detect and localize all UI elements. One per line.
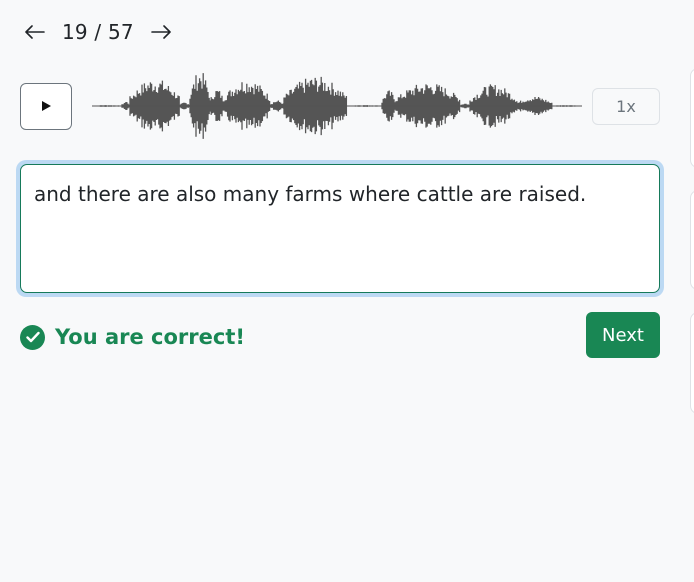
result-status: You are correct!: [20, 322, 245, 352]
audio-waveform[interactable]: [92, 66, 582, 146]
arrow-left-icon[interactable]: [22, 19, 48, 45]
pager: 19 / 57: [22, 16, 174, 48]
playback-speed-button[interactable]: 1x: [592, 88, 660, 125]
check-circle-icon: [20, 324, 45, 350]
page-separator: /: [94, 20, 102, 44]
dictation-exercise: 19 / 57 1x and there are also many farms…: [0, 0, 694, 582]
play-icon: [40, 97, 52, 116]
next-button[interactable]: Next: [586, 312, 660, 358]
answer-textarea[interactable]: and there are also many farms where catt…: [20, 164, 660, 293]
result-message: You are correct!: [55, 325, 245, 349]
side-card: [690, 68, 694, 168]
side-card: [690, 190, 694, 290]
play-button[interactable]: [20, 83, 72, 130]
page-current: 19: [62, 20, 88, 44]
page-counter: 19 / 57: [62, 20, 134, 44]
side-card: [690, 312, 694, 414]
arrow-right-icon[interactable]: [148, 19, 174, 45]
answer-focus-ring: and there are also many farms where catt…: [16, 160, 664, 297]
page-total: 57: [107, 20, 134, 44]
